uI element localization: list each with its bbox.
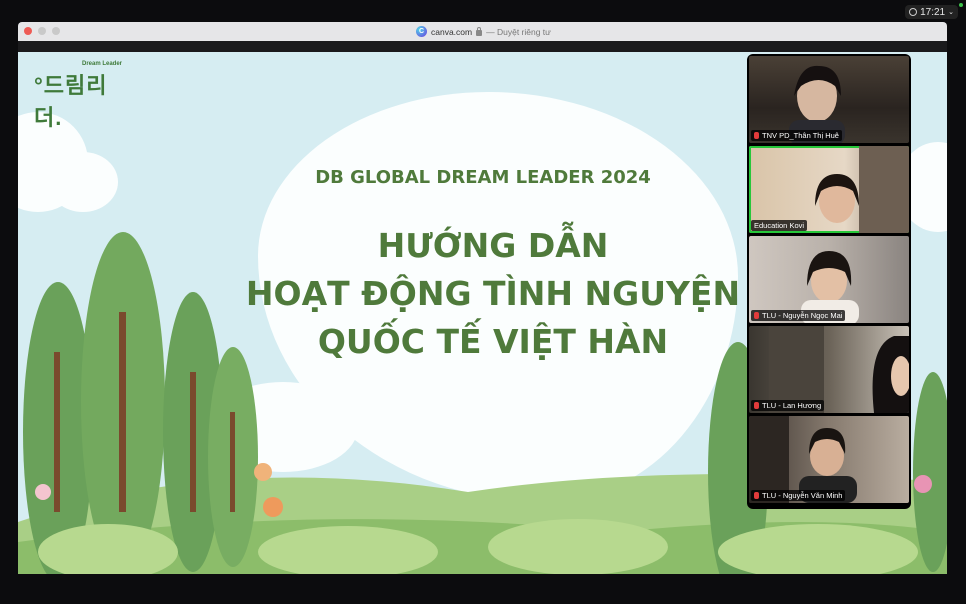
window-controls — [24, 27, 60, 35]
slide-title-line: HOẠT ĐỘNG TÌNH NGUYỆN — [245, 274, 741, 313]
bush — [488, 519, 668, 574]
slide-title-line: HƯỚNG DẪN — [377, 226, 609, 265]
url-text: canva.com — [431, 26, 473, 37]
participant-name-tag: Education Kovi — [751, 220, 808, 231]
slide-title-line: QUỐC TẾ VIỆT HÀN — [317, 322, 669, 361]
clock-time: 17:21 — [920, 6, 946, 18]
slide-title: HƯỚNG DẪN HOẠT ĐỘNG TÌNH NGUYỆN QUỐC TẾ … — [208, 222, 778, 366]
participant-gallery: TNV PD_Thân Thị Huê Education Kovi TLU -… — [747, 54, 911, 509]
wall-shelf — [859, 146, 909, 233]
system-menubar: 17:21 ⌄ — [0, 0, 966, 22]
browser-title-bar: C canva.com — Duyệt riêng tư — [18, 22, 947, 41]
participant-name: TLU - Nguyễn Văn Minh — [762, 491, 843, 500]
logo-text: °드림리더. — [34, 73, 108, 130]
clock-icon — [909, 8, 918, 16]
participant-name-tag: TLU - Nguyễn Văn Minh — [751, 490, 846, 501]
bottom-frame — [18, 574, 947, 604]
person-silhouette — [810, 436, 844, 476]
flower — [914, 475, 932, 493]
tree-trunk — [54, 352, 60, 512]
clock-widget[interactable]: 17:21 ⌄ — [905, 5, 958, 19]
logo-subtext: Dream Leader — [82, 61, 123, 67]
mic-muted-icon — [754, 312, 759, 319]
participant-name: Education Kovi — [754, 221, 805, 230]
flower — [263, 497, 283, 517]
participant-name: TLU - Nguyễn Ngọc Mai — [762, 311, 843, 320]
tree-trunk — [190, 372, 196, 512]
address-bar[interactable]: C canva.com — Duyệt riêng tư — [416, 25, 551, 38]
mic-muted-icon — [754, 492, 759, 499]
tree-trunk — [119, 312, 126, 512]
lock-icon — [476, 26, 483, 36]
maximize-window-button[interactable] — [52, 27, 60, 35]
private-mode-label: — Duyệt riêng tư — [486, 26, 551, 37]
participant-tile[interactable]: TLU - Nguyễn Văn Minh — [749, 416, 909, 503]
tree-trunk — [230, 412, 235, 512]
canva-icon: C — [416, 26, 427, 37]
flower — [254, 463, 272, 481]
participant-name: TNV PD_Thân Thị Huê — [762, 131, 839, 140]
participant-name-tag: TLU - Lan Hương — [751, 400, 825, 411]
flower — [35, 484, 51, 500]
slide-subtitle: DB GLOBAL DREAM LEADER 2024 — [315, 167, 651, 188]
participant-tile-active[interactable]: Education Kovi — [749, 146, 909, 233]
chevron-down-icon: ⌄ — [948, 9, 954, 16]
close-window-button[interactable] — [24, 27, 32, 35]
dream-leader-logo: Dream Leader °드림리더. — [34, 58, 134, 130]
browser-toolbar-strip — [18, 41, 947, 52]
minimize-window-button[interactable] — [38, 27, 46, 35]
participant-tile[interactable]: TNV PD_Thân Thị Huê — [749, 56, 909, 143]
participant-name: TLU - Lan Hương — [762, 401, 822, 410]
mic-muted-icon — [754, 132, 759, 139]
participant-name-tag: TLU - Nguyễn Ngọc Mai — [751, 310, 846, 321]
participant-tile[interactable]: TLU - Lan Hương — [749, 326, 909, 413]
participant-tile[interactable]: TLU - Nguyễn Ngọc Mai — [749, 236, 909, 323]
participant-name-tag: TNV PD_Thân Thị Huê — [751, 130, 842, 141]
camera-indicator-icon — [959, 3, 963, 7]
mic-muted-icon — [754, 402, 759, 409]
